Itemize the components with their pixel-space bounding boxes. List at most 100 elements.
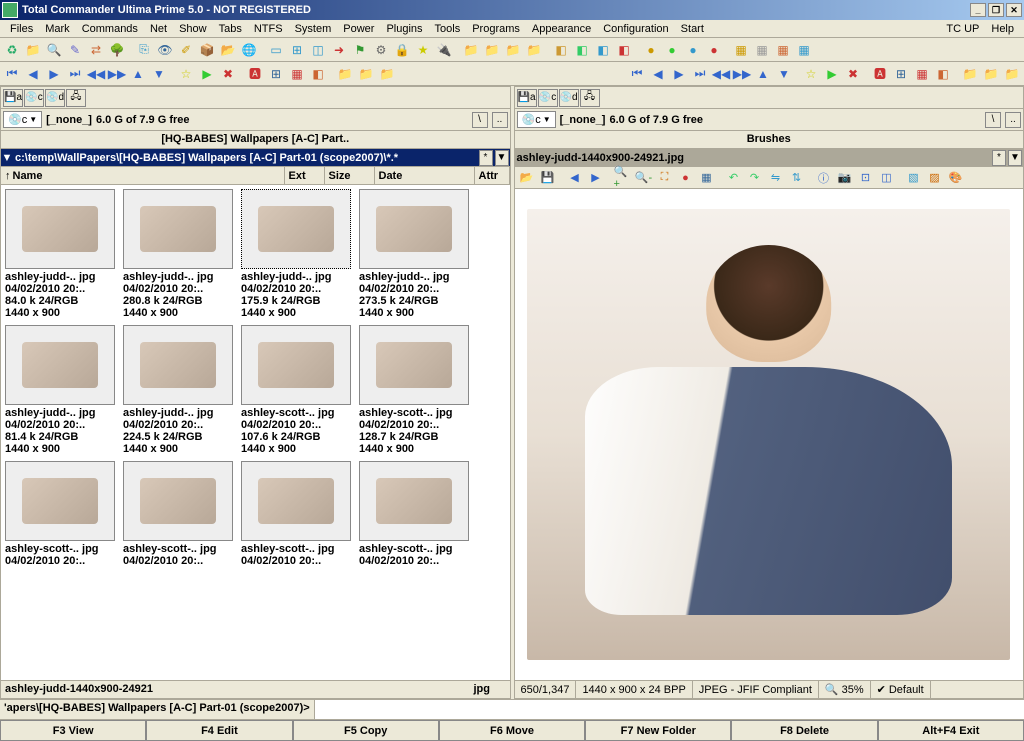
menu-show[interactable]: Show [173, 22, 213, 36]
menu-programs[interactable]: Programs [466, 22, 526, 36]
drive-d-icon[interactable]: 💿d [45, 89, 65, 107]
nav-fwd2-icon[interactable]: ▶▶ [107, 64, 127, 84]
f4-edit-button[interactable]: F4 Edit [146, 720, 292, 741]
star-icon[interactable]: ★ [413, 40, 433, 60]
r-nav-fwd-icon[interactable]: ▶ [669, 64, 689, 84]
menu-tcup[interactable]: TC UP [940, 22, 985, 36]
minimize-button[interactable]: _ [970, 3, 986, 17]
r-a-icon[interactable]: 🅰 [870, 64, 890, 84]
r-drive-net-icon[interactable]: 🖧 [580, 89, 600, 107]
left-drive-select[interactable]: 💿c▼ [3, 111, 42, 128]
lock-icon[interactable]: 🔒 [392, 40, 412, 60]
del-icon[interactable]: ✖ [218, 64, 238, 84]
thumbnail-item[interactable]: ashley-judd-.. jpg04/02/2010 20:..175.9 … [241, 189, 351, 319]
tree-icon[interactable]: 🌳 [107, 40, 127, 60]
viewer-100-icon[interactable]: ● [676, 169, 696, 187]
viewer-zoomin-icon[interactable]: 🔍+ [613, 169, 633, 187]
globe2-icon[interactable]: ● [662, 40, 682, 60]
d-icon[interactable]: ◧ [308, 64, 328, 84]
viewer-prev-icon[interactable]: ◀ [565, 169, 585, 187]
restore-button[interactable]: ❐ [988, 3, 1004, 17]
nav-back-icon[interactable]: ◀ [23, 64, 43, 84]
panel-icon[interactable]: ⊞ [287, 40, 307, 60]
play-icon[interactable]: ▶ [197, 64, 217, 84]
close-button[interactable]: ✕ [1006, 3, 1022, 17]
viewer-save-icon[interactable]: 💾 [538, 169, 558, 187]
thumbnail-item[interactable]: ashley-scott-.. jpg04/02/2010 20:.. [123, 461, 233, 567]
grid3-icon[interactable]: ▦ [773, 40, 793, 60]
left-root-button[interactable]: \ [472, 112, 488, 128]
viewer-fliph-icon[interactable]: ⇋ [766, 169, 786, 187]
viewer-fx-icon[interactable]: ▨ [925, 169, 945, 187]
viewer-crop-icon[interactable]: ⊡ [856, 169, 876, 187]
f2-icon[interactable]: 📁 [356, 64, 376, 84]
drive-a-icon[interactable]: 💾a [3, 89, 23, 107]
col-ext[interactable]: Ext [285, 167, 325, 184]
r-fav-icon[interactable]: ☆ [801, 64, 821, 84]
r-f3-icon[interactable]: 📁 [1002, 64, 1022, 84]
viewer-rotl-icon[interactable]: ↶ [724, 169, 744, 187]
viewer-select-icon[interactable]: ◫ [877, 169, 897, 187]
folder-icon[interactable]: 📁 [23, 40, 43, 60]
grid4-icon[interactable]: ▦ [794, 40, 814, 60]
folder3-icon[interactable]: 📁 [482, 40, 502, 60]
folder4-icon[interactable]: 📁 [503, 40, 523, 60]
col-attr[interactable]: Attr [475, 167, 510, 184]
r-drive-c-icon[interactable]: 💿c [538, 89, 558, 107]
viewer-color-icon[interactable]: ▧ [904, 169, 924, 187]
grid2-icon[interactable]: ▦ [752, 40, 772, 60]
viewer-cam-icon[interactable]: 📷 [835, 169, 855, 187]
new-tab-icon[interactable]: ▭ [266, 40, 286, 60]
left-tab-header[interactable]: [HQ-BABES] Wallpapers [A-C] Part.. [1, 131, 510, 149]
c-icon[interactable]: ▦ [287, 64, 307, 84]
menu-ntfs[interactable]: NTFS [248, 22, 289, 36]
split-icon[interactable]: ◫ [308, 40, 328, 60]
right-root-button[interactable]: \ [985, 112, 1001, 128]
right-history-button[interactable]: ▼ [1008, 150, 1022, 166]
f8-delete-button[interactable]: F8 Delete [731, 720, 877, 741]
nav-last-icon[interactable]: ⏭ [65, 64, 85, 84]
r-nav-up-icon[interactable]: ▲ [753, 64, 773, 84]
menu-system[interactable]: System [289, 22, 338, 36]
gear-icon[interactable]: ⚙ [371, 40, 391, 60]
thumbnail-item[interactable]: ashley-judd-.. jpg04/02/2010 20:..81.4 k… [5, 325, 115, 455]
viewer-image-area[interactable] [515, 189, 1024, 680]
drive-net-icon[interactable]: 🖧 [66, 89, 86, 107]
viewer-zoomout-icon[interactable]: 🔍- [634, 169, 654, 187]
refresh-icon[interactable]: ♻ [2, 40, 22, 60]
nav-fwd-icon[interactable]: ▶ [44, 64, 64, 84]
rename-icon[interactable]: ✎ [65, 40, 85, 60]
r-b-icon[interactable]: ⊞ [891, 64, 911, 84]
right-fav-button[interactable]: * [992, 150, 1006, 166]
sync-icon[interactable]: ⇄ [86, 40, 106, 60]
left-path-bar[interactable]: ▼ c:\temp\WallPapers\[HQ-BABES] Wallpape… [1, 149, 510, 167]
right-tab-header[interactable]: Brushes [515, 131, 1024, 149]
f5-copy-button[interactable]: F5 Copy [293, 720, 439, 741]
menu-appearance[interactable]: Appearance [526, 22, 597, 36]
menu-tabs[interactable]: Tabs [213, 22, 248, 36]
col-date[interactable]: Date [375, 167, 475, 184]
globe4-icon[interactable]: ● [704, 40, 724, 60]
viewer-palette-icon[interactable]: 🎨 [946, 169, 966, 187]
menu-files[interactable]: Files [4, 22, 39, 36]
r-nav-first-icon[interactable]: ⏮ [627, 64, 647, 84]
f1-icon[interactable]: 📁 [335, 64, 355, 84]
pack-icon[interactable]: 📦 [197, 40, 217, 60]
menu-net[interactable]: Net [144, 22, 173, 36]
r-nav-back2-icon[interactable]: ◀◀ [711, 64, 731, 84]
copy-icon[interactable]: ⎘ [134, 40, 154, 60]
thumbnail-item[interactable]: ashley-judd-.. jpg04/02/2010 20:..273.5 … [359, 189, 469, 319]
menu-commands[interactable]: Commands [76, 22, 144, 36]
search-icon[interactable]: 🔍 [44, 40, 64, 60]
thumbnail-item[interactable]: ashley-scott-.. jpg04/02/2010 20:..107.6… [241, 325, 351, 455]
right-up-button[interactable]: .. [1005, 112, 1021, 128]
menu-configuration[interactable]: Configuration [597, 22, 674, 36]
nav-down-icon[interactable]: ▼ [149, 64, 169, 84]
right-path-bar[interactable]: ashley-judd-1440x900-24921.jpg * ▼ [515, 149, 1024, 167]
grid1-icon[interactable]: ▦ [731, 40, 751, 60]
thumbnail-item[interactable]: ashley-scott-.. jpg04/02/2010 20:..128.7… [359, 325, 469, 455]
r-f2-icon[interactable]: 📁 [981, 64, 1001, 84]
right-drive-select[interactable]: 💿c▼ [517, 111, 556, 128]
r-f1-icon[interactable]: 📁 [960, 64, 980, 84]
chevron-down-icon[interactable]: ▼ [1, 152, 13, 164]
